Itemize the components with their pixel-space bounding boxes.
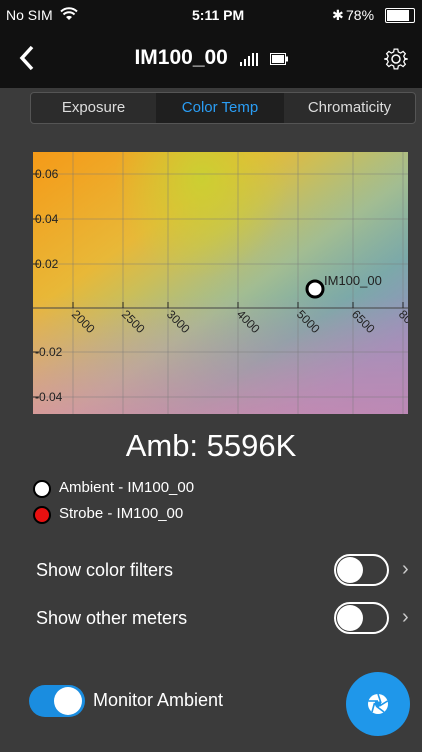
color-temp-chart: 0.06 0.04 0.02 -0.02 -0.04 2000 2500 300… (33, 152, 408, 414)
option-show-color-filters[interactable]: Show color filters › (36, 550, 416, 590)
wifi-icon (60, 7, 78, 20)
navigation-bar: IM100_00 (0, 30, 422, 88)
option-label: Show color filters (36, 560, 174, 580)
device-name: IM100_00 (134, 46, 228, 69)
color-filters-toggle[interactable] (334, 554, 389, 586)
chart-grid: 0.06 0.04 0.02 -0.02 -0.04 2000 2500 300… (33, 152, 408, 414)
monitor-ambient-label: Monitor Ambient (93, 690, 224, 710)
other-meters-toggle[interactable] (334, 602, 389, 634)
clock: 5:11 PM (192, 7, 245, 23)
legend-label: Ambient - IM100_00 (59, 479, 195, 496)
y-tick-label: 0.02 (35, 257, 59, 271)
ambient-dot-icon (33, 480, 51, 498)
option-show-other-meters[interactable]: Show other meters › (36, 598, 416, 638)
mode-tabs: Exposure Color Temp Chromaticity (30, 92, 416, 124)
measure-button[interactable] (346, 672, 410, 736)
device-title: IM100_00 (0, 46, 422, 70)
y-tick-label: 0.04 (35, 212, 59, 226)
status-bar: No SIM 5:11 PM ✱ 78% (0, 0, 422, 30)
option-label: Show other meters (36, 608, 188, 628)
y-tick-label: -0.02 (35, 345, 63, 359)
settings-gear-icon[interactable] (384, 47, 408, 71)
monitor-ambient-toggle[interactable] (29, 685, 85, 717)
chevron-right-icon[interactable]: › (402, 606, 409, 629)
signal-icon (239, 53, 258, 66)
bluetooth-icon: ✱ (332, 7, 344, 23)
carrier-label: No SIM (6, 7, 53, 23)
ambient-reading: Amb: 5596K (125, 428, 297, 463)
device-battery-icon (269, 53, 288, 65)
battery-percent: 78% (346, 7, 375, 23)
ambient-reading-point[interactable] (305, 279, 325, 299)
point-label: IM100_00 (324, 273, 382, 288)
x-tick-label: 8000 (396, 307, 408, 336)
tab-chromaticity[interactable]: Chromaticity (284, 93, 415, 123)
chevron-right-icon[interactable]: › (402, 558, 409, 581)
y-tick-label: 0.06 (35, 167, 59, 181)
legend-label: Strobe - IM100_00 (59, 505, 184, 522)
battery-icon (385, 8, 415, 23)
y-tick-label: -0.04 (35, 390, 63, 404)
strobe-dot-icon (33, 506, 51, 524)
tab-color-temp[interactable]: Color Temp (156, 93, 284, 123)
tab-exposure[interactable]: Exposure (31, 93, 156, 123)
aperture-icon (368, 693, 388, 714)
